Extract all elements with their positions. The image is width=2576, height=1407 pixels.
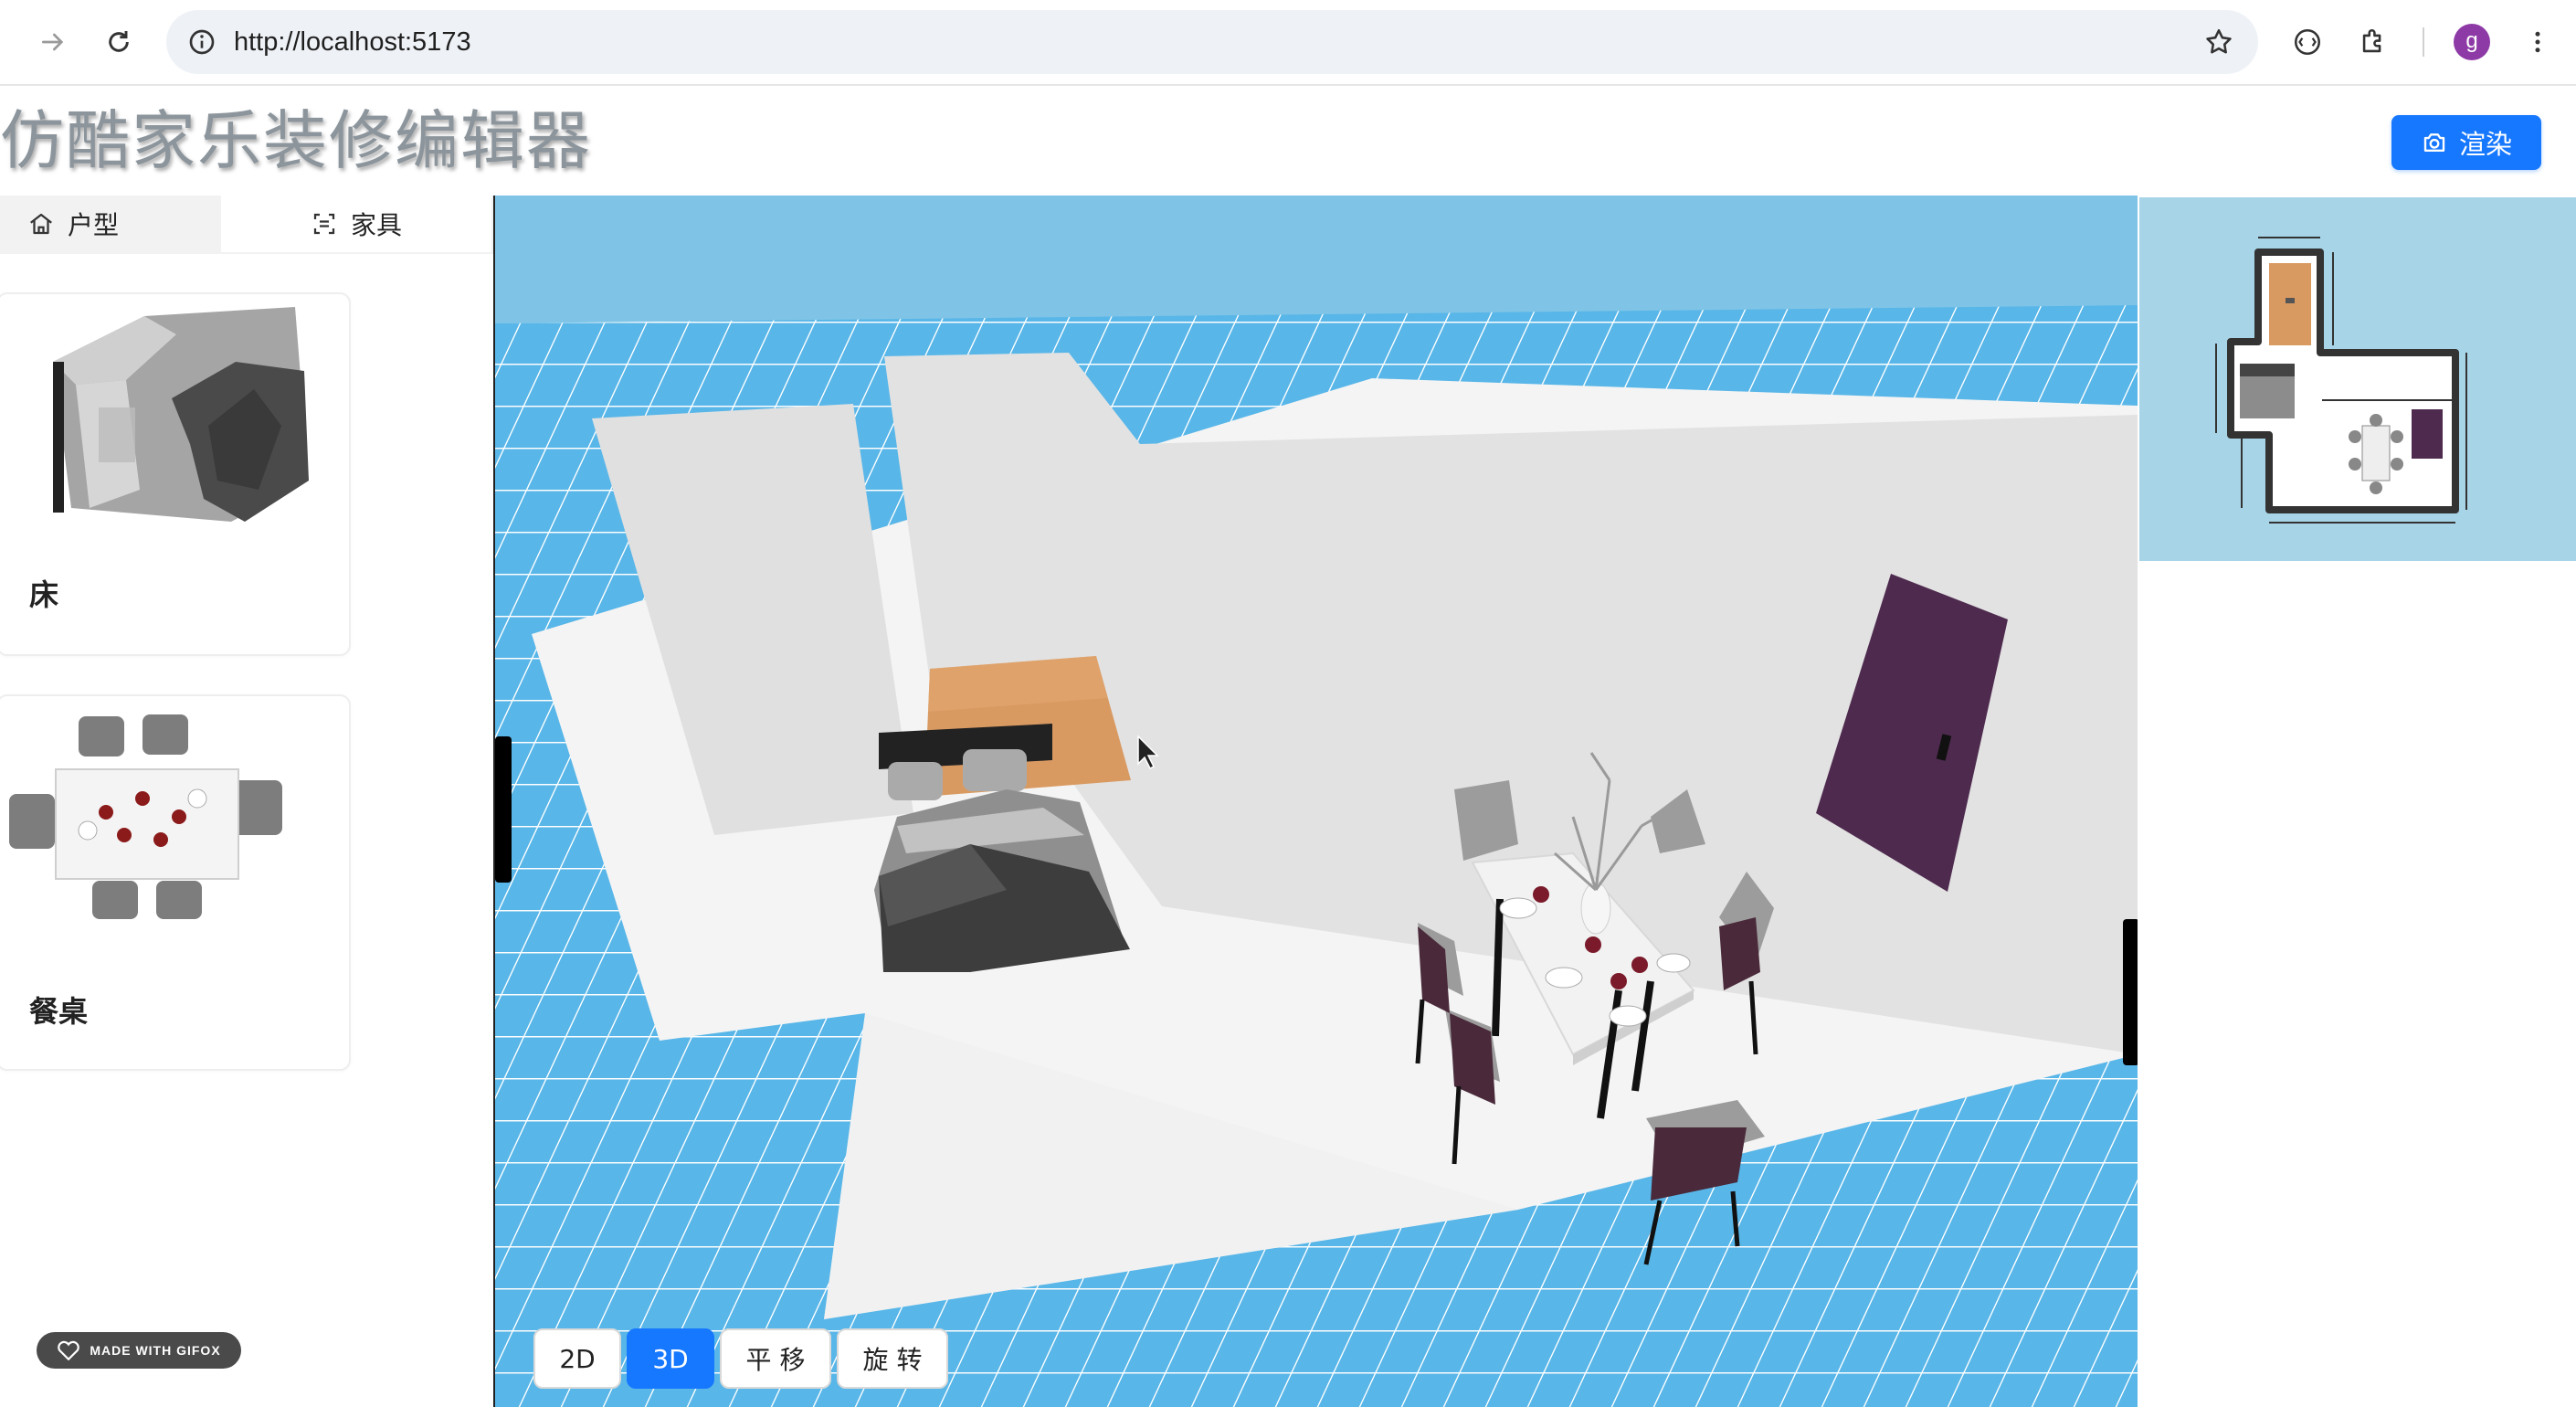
reload-icon bbox=[109, 31, 129, 52]
profile-avatar[interactable]: g bbox=[2454, 24, 2490, 60]
watermark-text: MADE WITH GIFOX bbox=[90, 1343, 221, 1358]
right-panel bbox=[2139, 561, 2576, 1407]
3d-scene bbox=[495, 196, 2138, 1407]
more-menu-icon[interactable] bbox=[2514, 18, 2561, 66]
site-info-icon[interactable] bbox=[181, 21, 223, 63]
card-label: 餐桌 bbox=[29, 994, 89, 1029]
browser-toolbar: http://localhost:5173 g bbox=[0, 0, 2576, 86]
rotate-button[interactable]: 旋 转 bbox=[837, 1328, 948, 1389]
puzzle-icon[interactable] bbox=[2349, 18, 2397, 66]
mode-2d-button[interactable]: 2D bbox=[533, 1328, 621, 1389]
furniture-card-dining-table[interactable]: 餐桌 bbox=[0, 694, 351, 1071]
home-icon bbox=[30, 213, 52, 235]
sidebar-tabs: 户型 家具 bbox=[0, 196, 493, 254]
dining-table-thumbnail bbox=[9, 714, 282, 919]
page-title: 仿酷家乐装修编辑器 bbox=[0, 103, 592, 178]
render-button[interactable]: 渲染 bbox=[2391, 115, 2541, 170]
address-bar[interactable]: http://localhost:5173 bbox=[166, 10, 2258, 74]
bookmark-star-icon[interactable] bbox=[2198, 21, 2240, 63]
furniture-card-bed[interactable]: 床 bbox=[0, 292, 351, 656]
camera-icon bbox=[2423, 133, 2445, 152]
extension-icon[interactable] bbox=[2284, 18, 2331, 66]
heart-icon bbox=[58, 1340, 80, 1360]
tab-floorplan[interactable]: 户型 bbox=[0, 196, 247, 252]
floorplan-minimap[interactable] bbox=[2139, 197, 2576, 561]
right-resize-handle[interactable] bbox=[2123, 919, 2138, 1065]
view-mode-toolbar: 2D 3D 平 移 旋 转 bbox=[533, 1328, 948, 1389]
sky bbox=[495, 196, 2138, 323]
tab-label: 家具 bbox=[350, 211, 402, 239]
toolbar-divider bbox=[2423, 27, 2424, 57]
mode-3d-button[interactable]: 3D bbox=[627, 1328, 714, 1389]
sidebar: 户型 家具 床 餐桌 MADE WITH GIFOX bbox=[0, 196, 495, 1407]
arrow-right-icon bbox=[42, 33, 64, 51]
url-text: http://localhost:5173 bbox=[234, 27, 471, 57]
reload-button[interactable] bbox=[95, 18, 143, 66]
tab-label: 户型 bbox=[68, 211, 120, 239]
bed-thumbnail bbox=[53, 307, 309, 522]
3d-viewport[interactable]: 2D 3D 平 移 旋 转 bbox=[495, 196, 2138, 1407]
pan-button[interactable]: 平 移 bbox=[720, 1328, 831, 1389]
minimap-plan bbox=[2215, 237, 2467, 524]
app-header: 仿酷家乐装修编辑器 渲染 bbox=[0, 86, 2576, 196]
card-label: 床 bbox=[29, 577, 59, 612]
render-label: 渲染 bbox=[2458, 131, 2512, 160]
gifox-watermark: MADE WITH GIFOX bbox=[37, 1332, 241, 1369]
scan-icon bbox=[313, 213, 335, 235]
left-resize-handle[interactable] bbox=[495, 736, 512, 883]
forward-button[interactable] bbox=[29, 18, 77, 66]
tab-furniture[interactable]: 家具 bbox=[221, 196, 491, 252]
